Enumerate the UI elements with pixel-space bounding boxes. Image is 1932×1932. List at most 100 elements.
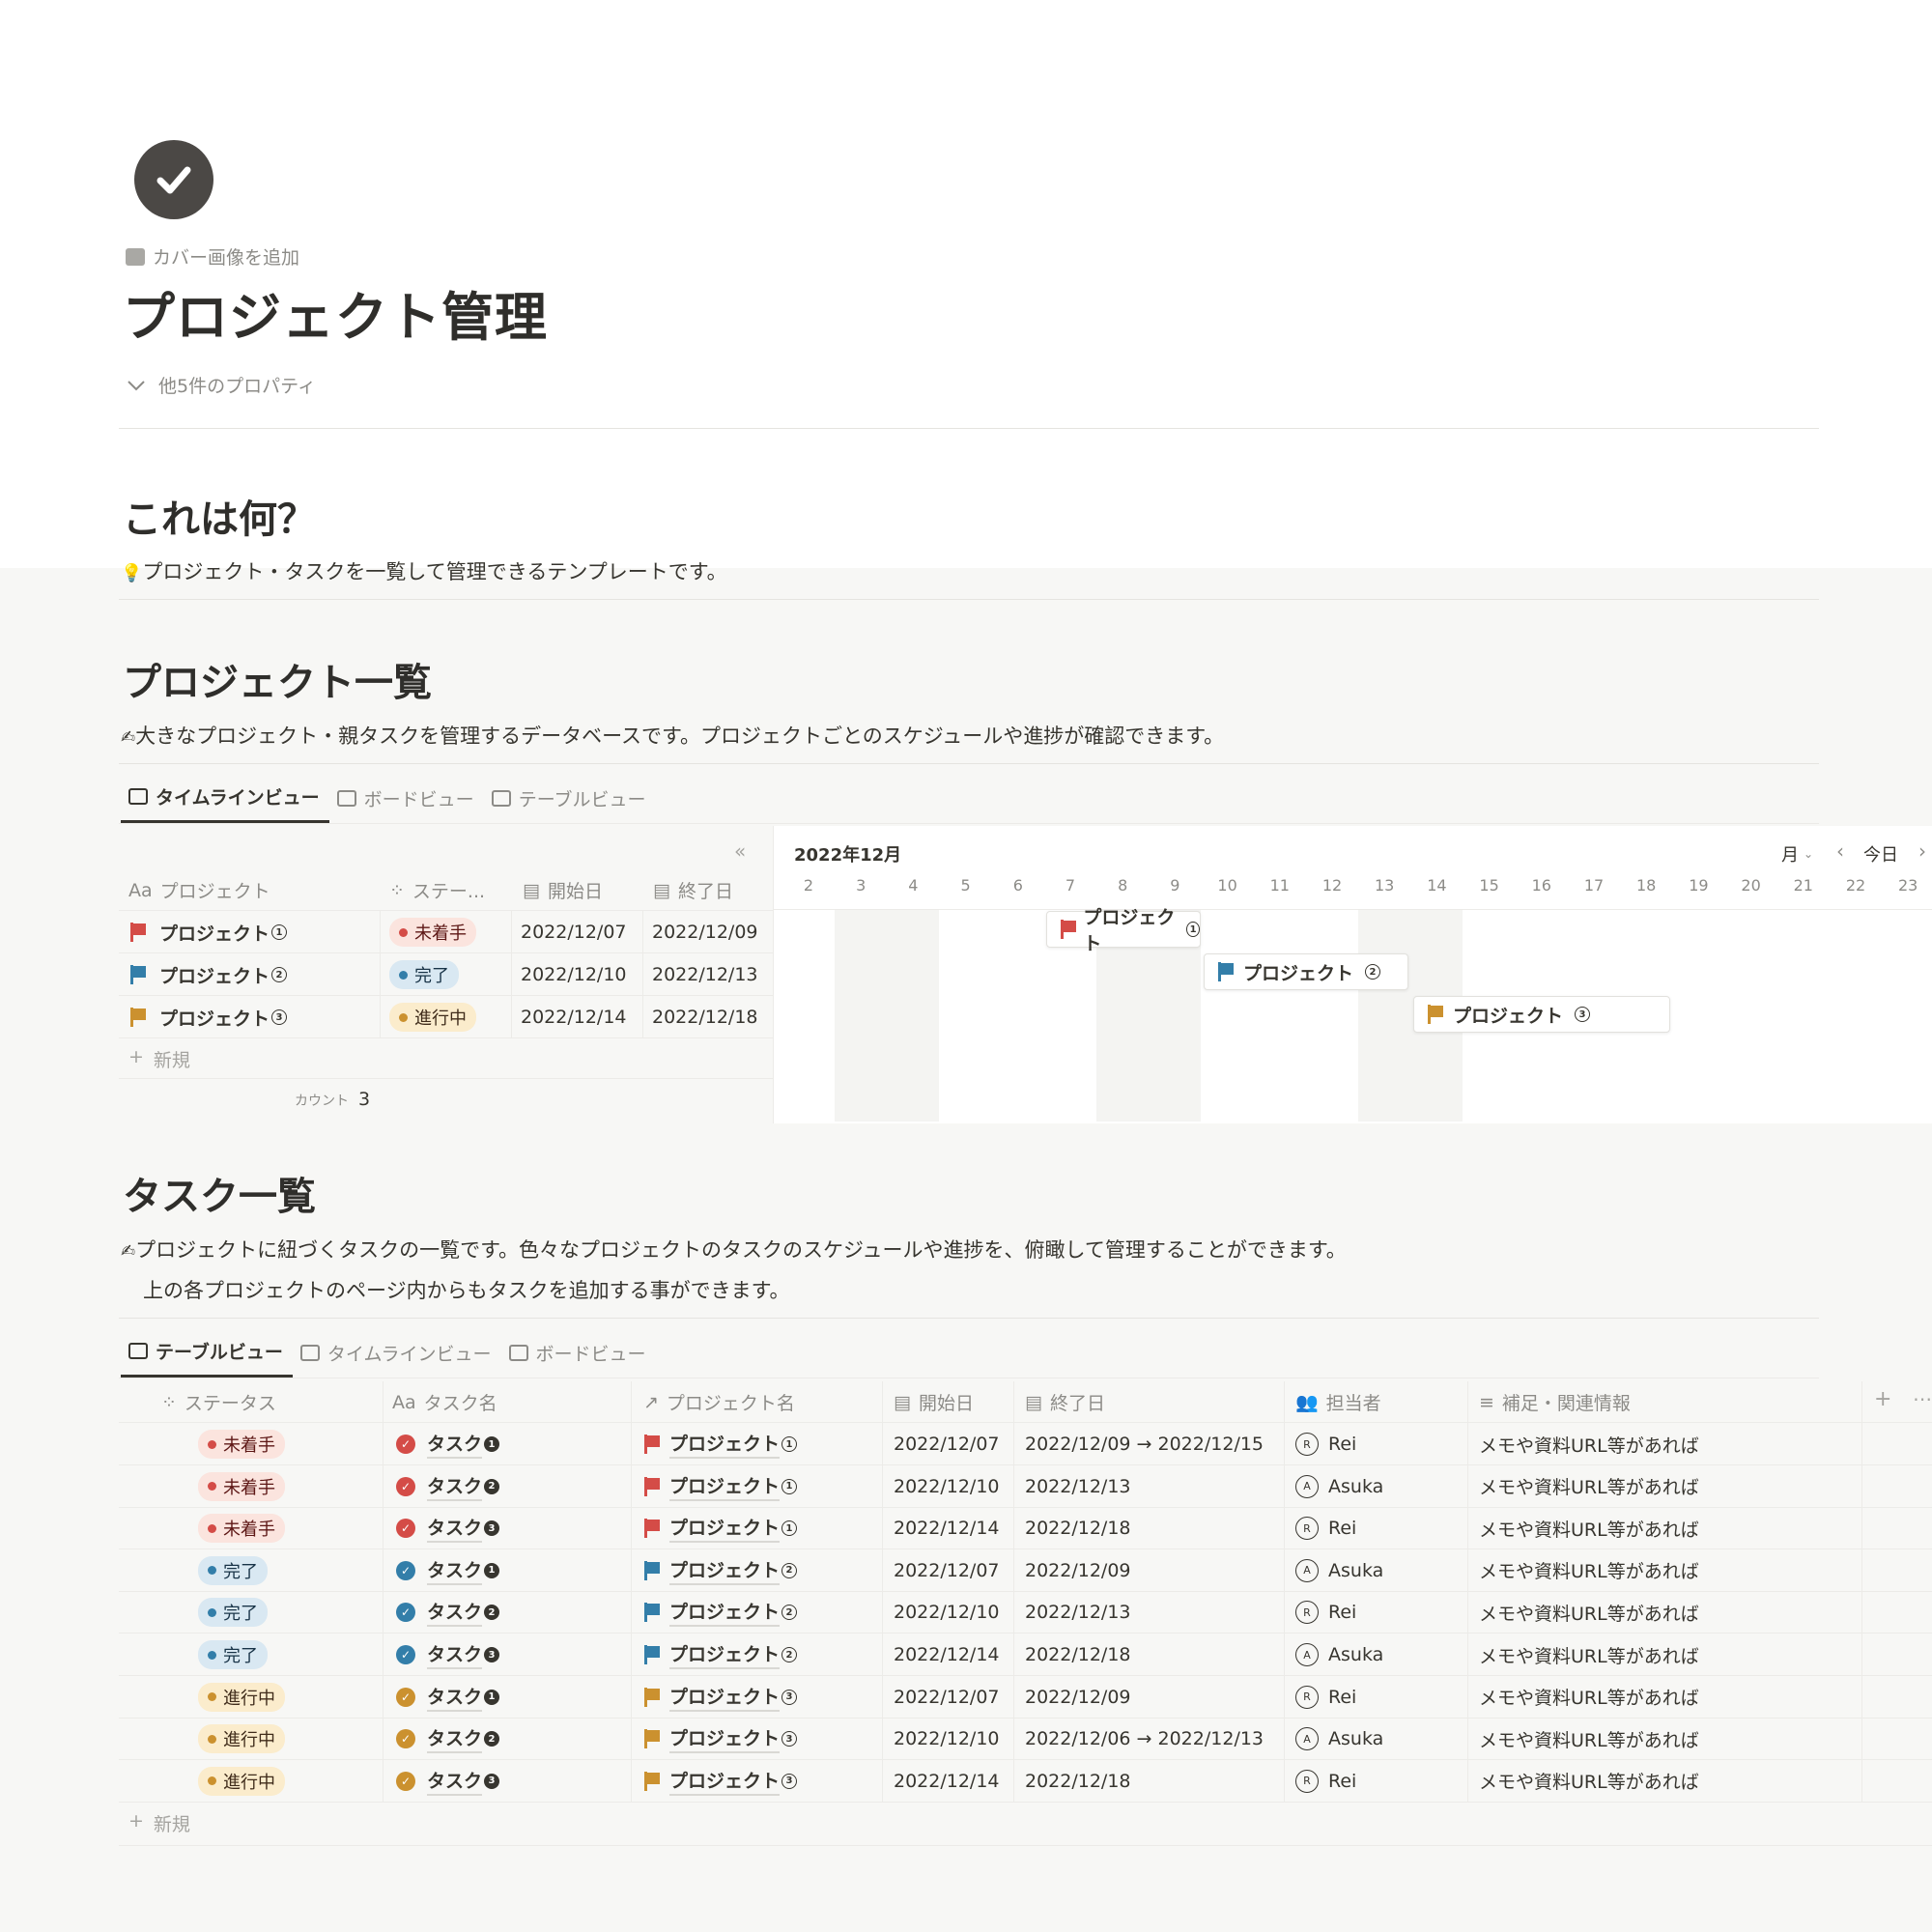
tab-timeline[interactable]: タイムラインビュー — [121, 784, 329, 823]
task-name-cell[interactable]: ✓ タスク 3 — [396, 1634, 500, 1676]
task-name-cell[interactable]: ✓ タスク 1 — [396, 1423, 500, 1465]
project-relation-cell[interactable]: プロジェクト 1 — [644, 1507, 798, 1549]
table-row[interactable]: 完了 ✓ タスク 3 プロジェクト 2 2022/12/14 2022/12/18 A Asuka… — [119, 1634, 1932, 1676]
task-name-cell[interactable]: ✓ タスク 2 — [396, 1465, 500, 1508]
start-date-cell[interactable]: 2022/12/10 — [894, 1718, 1000, 1760]
start-date-cell[interactable]: 2022/12/10 — [894, 1465, 1000, 1508]
project-relation-cell[interactable]: プロジェクト 1 — [644, 1423, 798, 1465]
project-relation-cell[interactable]: プロジェクト 2 — [644, 1549, 798, 1592]
project-relation-cell[interactable]: プロジェクト 3 — [644, 1760, 798, 1803]
column-header-notes[interactable]: ≡ 補足・関連情報 — [1479, 1389, 1631, 1415]
project-relation-cell[interactable]: プロジェクト 3 — [644, 1718, 798, 1760]
project-name-cell[interactable]: プロジェクト 2 — [130, 953, 288, 996]
start-date-cell[interactable]: 2022/12/10 — [521, 953, 627, 996]
end-date-cell[interactable]: 2022/12/13 — [1025, 1465, 1131, 1508]
status-cell[interactable]: 進行中 — [198, 1676, 285, 1719]
start-date-cell[interactable]: 2022/12/07 — [521, 911, 627, 953]
project-relation-cell[interactable]: プロジェクト 3 — [644, 1676, 798, 1719]
table-row[interactable]: 完了 ✓ タスク 2 プロジェクト 2 2022/12/10 2022/12/13 R Rei メモ… — [119, 1591, 1932, 1634]
notes-cell[interactable]: メモや資料URL等があれば — [1479, 1507, 1699, 1549]
more-properties-toggle[interactable]: 他5件のプロパティ — [128, 372, 316, 398]
table-row[interactable]: 未着手 ✓ タスク 3 プロジェクト 1 2022/12/14 2022/12/18 R Rei メ… — [119, 1507, 1932, 1550]
assignee-cell[interactable]: R Rei — [1295, 1507, 1356, 1549]
assignee-cell[interactable]: A Asuka — [1295, 1634, 1383, 1676]
notes-cell[interactable]: メモや資料URL等があれば — [1479, 1634, 1699, 1676]
notes-cell[interactable]: メモや資料URL等があれば — [1479, 1549, 1699, 1592]
end-date-cell[interactable]: 2022/12/18 — [1025, 1507, 1131, 1549]
tab-table[interactable]: テーブルビュー — [121, 1339, 293, 1378]
table-row[interactable]: 完了 ✓ タスク 1 プロジェクト 2 2022/12/07 2022/12/09 A Asuka… — [119, 1549, 1932, 1592]
status-cell[interactable]: 進行中 — [198, 1718, 285, 1760]
status-cell[interactable]: 完了 — [389, 953, 459, 996]
tab-table[interactable]: テーブルビュー — [484, 784, 656, 823]
start-date-cell[interactable]: 2022/12/07 — [894, 1423, 1000, 1465]
table-row[interactable]: プロジェクト 2 完了 2022/12/10 2022/12/13 — [119, 953, 774, 996]
status-cell[interactable]: 完了 — [198, 1591, 268, 1634]
status-cell[interactable]: 完了 — [198, 1634, 268, 1676]
end-date-cell[interactable]: 2022/12/13 — [652, 953, 758, 996]
assignee-cell[interactable]: R Rei — [1295, 1423, 1356, 1465]
project-relation-cell[interactable]: プロジェクト 2 — [644, 1634, 798, 1676]
today-button[interactable]: 今日 — [1863, 841, 1898, 867]
column-header-status[interactable]: ⁘ ステータス — [161, 1389, 276, 1415]
end-date-cell[interactable]: 2022/12/18 — [1025, 1634, 1131, 1676]
start-date-cell[interactable]: 2022/12/07 — [894, 1676, 1000, 1719]
table-row[interactable]: プロジェクト 1 未着手 2022/12/07 2022/12/09 — [119, 911, 774, 953]
table-row[interactable]: プロジェクト 3 進行中 2022/12/14 2022/12/18 — [119, 996, 774, 1038]
assignee-cell[interactable]: R Rei — [1295, 1591, 1356, 1634]
end-date-cell[interactable]: 2022/12/18 — [652, 996, 758, 1038]
add-cover-button[interactable]: カバー画像を追加 — [126, 243, 299, 270]
notes-cell[interactable]: メモや資料URL等があれば — [1479, 1423, 1699, 1465]
prev-arrow-icon[interactable]: ‹ — [1836, 839, 1844, 863]
end-date-cell[interactable]: 2022/12/09 → 2022/12/15 — [1025, 1423, 1264, 1465]
task-name-cell[interactable]: ✓ タスク 3 — [396, 1760, 500, 1803]
timeline-view[interactable]: 2022年12月 月 ⌄ ‹ 今日 › 2 3 4 5 6 7 8 9 10 11 12 13 14 15 1… — [773, 826, 1932, 1123]
status-cell[interactable]: 進行中 — [198, 1760, 285, 1803]
status-cell[interactable]: 未着手 — [389, 911, 476, 953]
end-date-cell[interactable]: 2022/12/09 — [652, 911, 758, 953]
project-relation-cell[interactable]: プロジェクト 1 — [644, 1465, 798, 1508]
timeline-bar-project-2[interactable]: プロジェクト 2 — [1204, 953, 1408, 990]
start-date-cell[interactable]: 2022/12/10 — [894, 1591, 1000, 1634]
task-name-cell[interactable]: ✓ タスク 3 — [396, 1507, 500, 1549]
column-header-project[interactable]: ↗ プロジェクト名 — [643, 1389, 795, 1415]
end-date-cell[interactable]: 2022/12/06 → 2022/12/13 — [1025, 1718, 1264, 1760]
end-date-cell[interactable]: 2022/12/09 — [1025, 1676, 1131, 1719]
page-title[interactable]: プロジェクト管理 — [123, 274, 548, 351]
tab-board[interactable]: ボードビュー — [501, 1339, 656, 1378]
assignee-cell[interactable]: R Rei — [1295, 1676, 1356, 1719]
table-row[interactable]: 未着手 ✓ タスク 1 プロジェクト 1 2022/12/07 2022/12/09 → 20… — [119, 1423, 1932, 1465]
project-relation-cell[interactable]: プロジェクト 2 — [644, 1591, 798, 1634]
assignee-cell[interactable]: A Asuka — [1295, 1465, 1383, 1508]
assignee-cell[interactable]: A Asuka — [1295, 1718, 1383, 1760]
project-name-cell[interactable]: プロジェクト 1 — [130, 911, 288, 953]
more-options-icon[interactable]: ⋯ — [1913, 1387, 1932, 1410]
task-name-cell[interactable]: ✓ タスク 2 — [396, 1591, 500, 1634]
assignee-cell[interactable]: A Asuka — [1295, 1549, 1383, 1592]
notes-cell[interactable]: メモや資料URL等があれば — [1479, 1465, 1699, 1508]
new-row-button[interactable]: + 新規 — [128, 1046, 190, 1072]
status-cell[interactable]: 未着手 — [198, 1465, 285, 1508]
notes-cell[interactable]: メモや資料URL等があれば — [1479, 1718, 1699, 1760]
tab-board[interactable]: ボードビュー — [329, 784, 484, 823]
column-header-start[interactable]: ▤ 開始日 — [523, 877, 603, 903]
task-name-cell[interactable]: ✓ タスク 1 — [396, 1676, 500, 1719]
project-name-cell[interactable]: プロジェクト 3 — [130, 996, 288, 1038]
tab-timeline[interactable]: タイムラインビュー — [293, 1339, 501, 1378]
start-date-cell[interactable]: 2022/12/07 — [894, 1549, 1000, 1592]
status-cell[interactable]: 完了 — [198, 1549, 268, 1592]
next-arrow-icon[interactable]: › — [1918, 839, 1926, 863]
table-row[interactable]: 進行中 ✓ タスク 2 プロジェクト 3 2022/12/10 2022/12/06 → 20… — [119, 1718, 1932, 1761]
check-circle-icon[interactable] — [134, 140, 213, 219]
table-row[interactable]: 未着手 ✓ タスク 2 プロジェクト 1 2022/12/10 2022/12/13 A Asuk… — [119, 1465, 1932, 1508]
start-date-cell[interactable]: 2022/12/14 — [894, 1634, 1000, 1676]
column-header-end[interactable]: ▤ 終了日 — [1025, 1389, 1105, 1415]
timeline-bar-project-3[interactable]: プロジェクト 3 — [1413, 996, 1670, 1033]
column-header-assignee[interactable]: 👥 担当者 — [1295, 1389, 1381, 1415]
collapse-double-chevron-icon[interactable]: « — [734, 839, 746, 863]
start-date-cell[interactable]: 2022/12/14 — [894, 1760, 1000, 1803]
timeline-scale-select[interactable]: 月 ⌄ — [1781, 841, 1813, 867]
task-name-cell[interactable]: ✓ タスク 2 — [396, 1718, 500, 1760]
column-header-status[interactable]: ⁘ ステー... — [389, 877, 485, 903]
end-date-cell[interactable]: 2022/12/18 — [1025, 1760, 1131, 1803]
